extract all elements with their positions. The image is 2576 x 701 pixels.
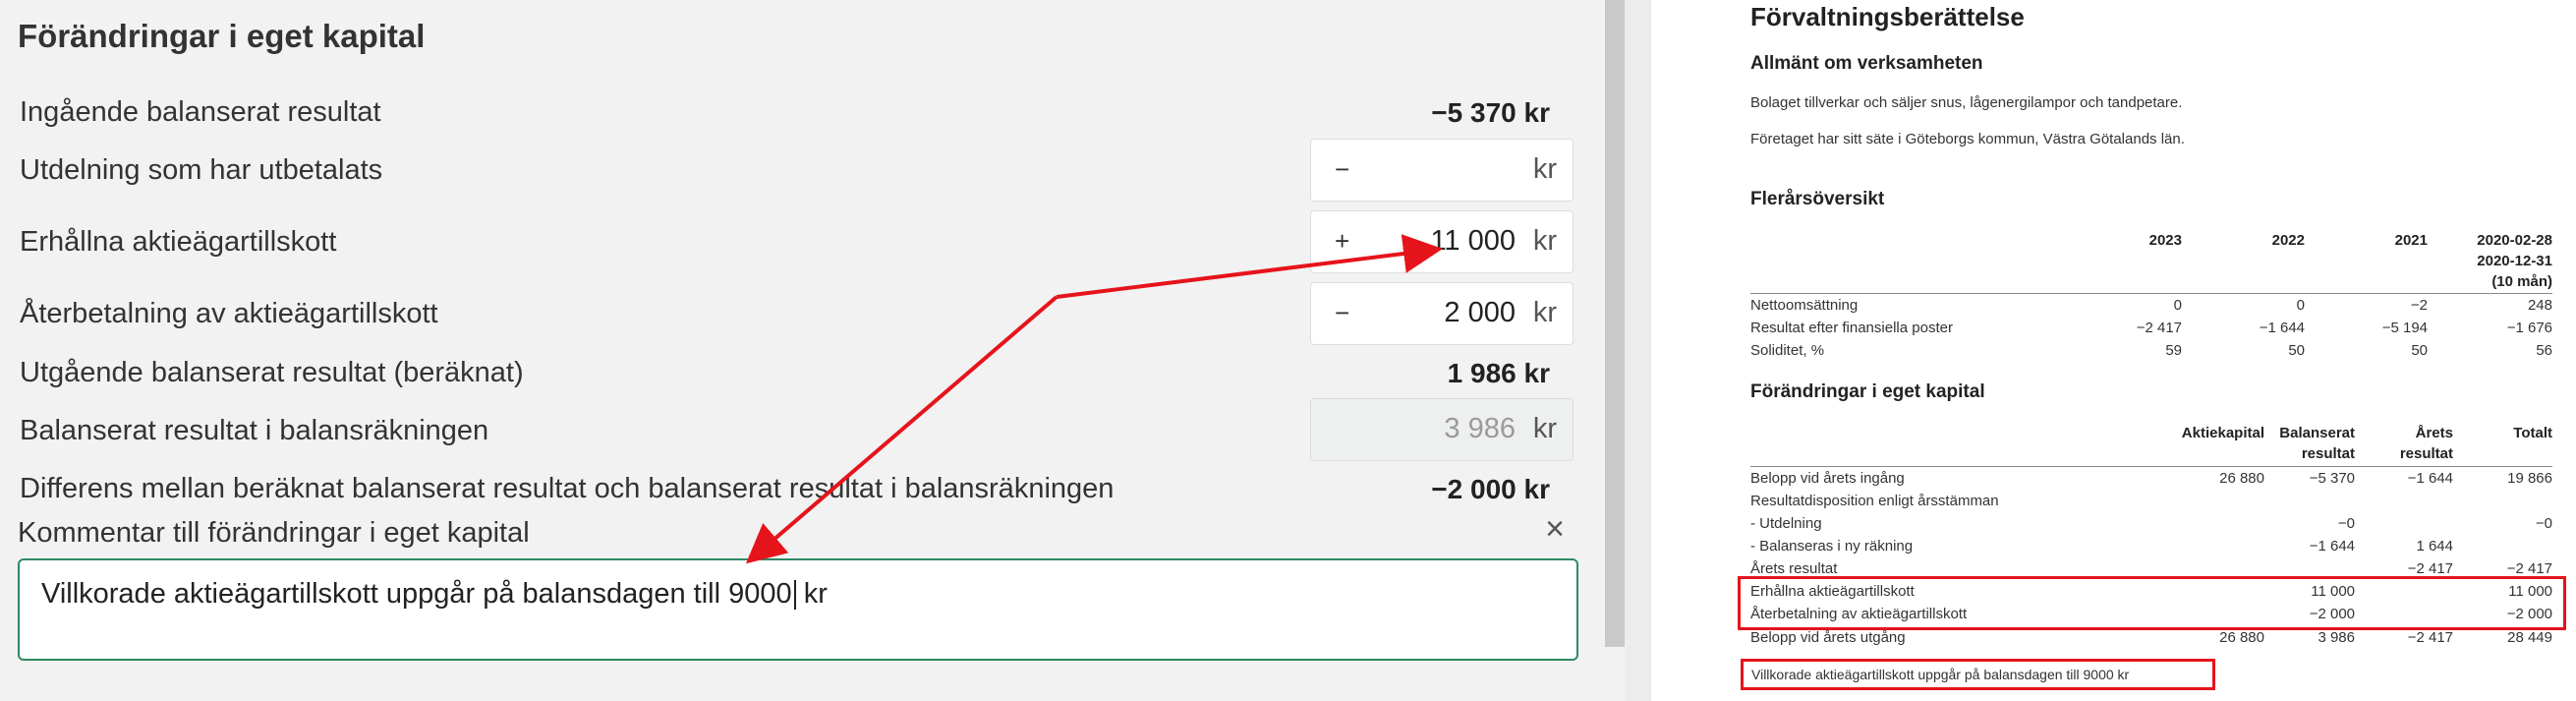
arrow-path: [1056, 234, 1443, 299]
arrow-path: [745, 295, 1059, 564]
annotation-arrows: [745, 234, 1443, 564]
